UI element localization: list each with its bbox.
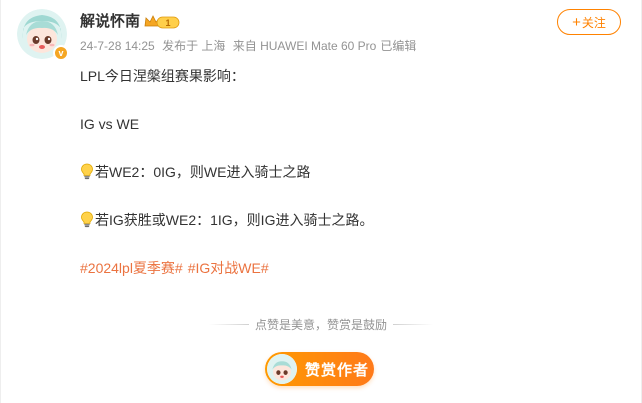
reward-divider-text: 点赞是美意，赞赏是鼓励 — [254, 318, 387, 332]
content-line: LPL今日涅槃组赛果影响： — [80, 68, 245, 84]
post-location: 发布于 上海 — [162, 39, 226, 53]
vip-level: 1 — [165, 18, 170, 28]
topic-tag[interactable]: #IG对战WE# — [188, 260, 269, 276]
light-bulb-icon — [81, 163, 93, 180]
edited-label[interactable]: 已编辑 — [380, 39, 416, 53]
author-avatar-small — [267, 354, 297, 384]
vip-crown-badge-icon[interactable]: 1 — [143, 14, 183, 30]
content-line: 若IG获胜或WE2：1IG，则IG进入骑士之路。 — [80, 208, 620, 232]
verified-badge-icon: v — [53, 45, 69, 61]
reward-button-label: 赞赏作者 — [305, 361, 370, 379]
follow-label: 关注 — [581, 15, 606, 30]
post-content: LPL今日涅槃组赛果影响： IG vs WE 若WE2：0IG，则WE进入骑士之… — [80, 64, 620, 280]
follow-button[interactable]: + 关注 — [557, 9, 621, 35]
content-line: IG vs WE — [80, 116, 140, 132]
user-name[interactable]: 解说怀南 — [80, 12, 140, 32]
post-meta: 24-7-28 14:25 发布于 上海 来自 HUAWEI Mate 60 P… — [80, 38, 420, 54]
light-bulb-icon — [81, 211, 93, 228]
topic-tag[interactable]: #2024lpl夏季赛# — [80, 260, 183, 276]
reward-divider: 点赞是美意，赞赏是鼓励 — [1, 316, 641, 333]
reward-author-button[interactable]: 赞赏作者 — [265, 352, 374, 386]
anime-avatar-icon — [267, 354, 297, 384]
topic-tags: #2024lpl夏季赛# #IG对战WE# — [80, 256, 620, 280]
post-source: 来自 HUAWEI Mate 60 Pro — [232, 39, 377, 53]
post-time[interactable]: 24-7-28 14:25 — [80, 39, 155, 53]
plus-icon: + — [572, 13, 581, 31]
weibo-post-card: v 解说怀南 1 24-7-28 14:25 发布于 上海 来自 HUAWEI … — [0, 0, 642, 403]
content-line: 若WE2：0IG，则WE进入骑士之路 — [80, 160, 620, 184]
